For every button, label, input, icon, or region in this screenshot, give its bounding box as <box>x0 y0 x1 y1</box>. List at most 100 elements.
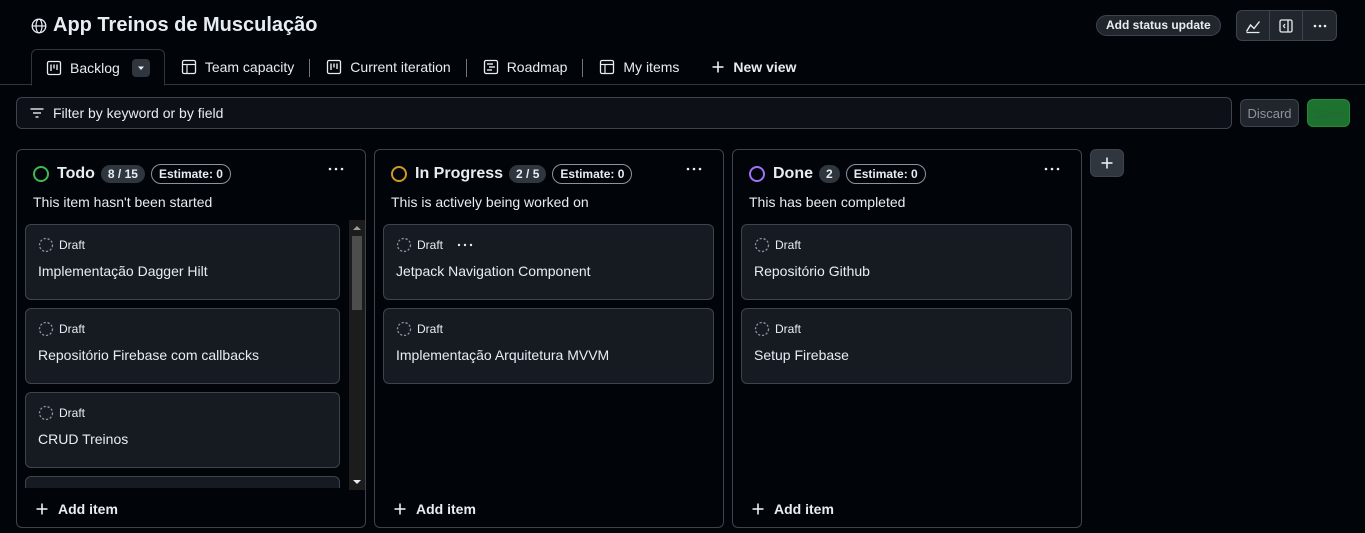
draft-icon <box>396 321 412 337</box>
card-meta: Draft <box>754 321 801 337</box>
add-status-update-button[interactable]: Add status update <box>1096 15 1221 36</box>
column-scrollbar[interactable] <box>349 220 365 490</box>
card[interactable]: Draft Setup Firebase <box>741 308 1072 384</box>
card-title[interactable]: Jetpack Navigation Component <box>396 263 591 279</box>
draft-icon <box>396 237 412 253</box>
side-panel-button[interactable] <box>1270 11 1303 40</box>
tab-team-capacity[interactable]: Team capacity <box>165 49 311 85</box>
item-count-badge: 2 <box>819 165 840 183</box>
column-title: In Progress <box>415 165 504 182</box>
new-view-button[interactable]: New view <box>695 49 812 85</box>
column-header: In Progress 2 / 5 Estimate: 0 <box>391 164 633 184</box>
scroll-down-icon <box>353 480 361 484</box>
project-title: App Treinos de Musculação <box>53 14 318 36</box>
column-in-progress: In Progress 2 / 5 Estimate: 0 This is ac… <box>374 149 724 528</box>
side-panel-icon <box>1278 18 1294 34</box>
card-title[interactable]: Repositório Firebase com callbacks <box>38 347 259 363</box>
card[interactable]: Draft Jetpack Navigation Component <box>383 224 714 300</box>
save-button[interactable]: Save <box>1307 99 1350 127</box>
plus-icon <box>394 503 406 515</box>
tab-current-iteration[interactable]: Current iteration <box>310 49 467 85</box>
card-type: Draft <box>59 406 86 420</box>
card-meta: Draft <box>38 321 85 337</box>
card[interactable]: Draft Implementação Dagger Hilt <box>25 224 340 300</box>
column-title: Todo <box>57 165 95 182</box>
tab-label: Backlog <box>70 59 120 76</box>
tab-label: Team capacity <box>204 59 295 75</box>
board-icon <box>46 60 62 76</box>
tab-roadmap[interactable]: Roadmap <box>467 49 584 85</box>
card[interactable]: Draft CRUD Treinos <box>25 392 340 468</box>
kebab-menu-icon <box>328 167 344 171</box>
insights-graph-icon <box>1245 18 1261 34</box>
card-meta: Draft <box>754 237 801 253</box>
item-count-badge: 8 / 15 <box>100 165 145 183</box>
caret-down-icon <box>137 66 144 70</box>
card-title[interactable]: Setup Firebase <box>754 347 849 363</box>
view-options-dropdown[interactable] <box>131 58 150 77</box>
card-meta: Draft <box>396 237 474 253</box>
column-done: Done 2 Estimate: 0 This has been complet… <box>732 149 1082 528</box>
insights-button[interactable] <box>1237 11 1270 40</box>
roadmap-icon <box>483 59 499 75</box>
card-meta: Draft <box>38 237 85 253</box>
add-item-label: Add item <box>774 501 834 517</box>
tab-label: Roadmap <box>506 59 568 75</box>
filter-icon <box>29 105 45 121</box>
kebab-menu-icon <box>1044 167 1060 171</box>
plus-icon <box>711 60 725 74</box>
draft-icon <box>38 405 54 421</box>
column-description: This is actively being worked on <box>391 194 589 210</box>
column-menu-button[interactable] <box>1043 164 1061 174</box>
tab-label: New view <box>733 59 797 75</box>
draft-icon <box>754 237 770 253</box>
globe-icon <box>31 18 47 34</box>
header-button-group <box>1236 10 1337 41</box>
tab-label: Current iteration <box>350 59 451 75</box>
card-title[interactable]: Implementação Arquitetura MVVM <box>396 347 609 363</box>
add-item-button[interactable]: Add item <box>35 501 118 517</box>
table-icon <box>181 59 197 75</box>
scroll-thumb[interactable] <box>352 236 362 310</box>
add-item-button[interactable]: Add item <box>751 501 834 517</box>
column-header: Done 2 Estimate: 0 <box>749 164 926 184</box>
draft-icon <box>38 321 54 337</box>
card-type: Draft <box>775 322 802 336</box>
card-meta: Draft <box>38 405 85 421</box>
card-title[interactable]: CRUD Treinos <box>38 431 128 447</box>
card-title[interactable]: Repositório Github <box>754 263 870 279</box>
card-menu-button[interactable] <box>456 241 474 249</box>
card-partial <box>25 476 340 488</box>
add-item-label: Add item <box>58 501 118 517</box>
column-menu-button[interactable] <box>685 164 703 174</box>
tab-my-items[interactable]: My items <box>583 49 695 85</box>
card-type: Draft <box>59 238 86 252</box>
add-item-label: Add item <box>416 501 476 517</box>
project-title-row: App Treinos de Musculação <box>31 14 318 37</box>
view-tabs: Backlog Team capacity Current iteration … <box>31 49 812 86</box>
filter-input[interactable]: Filter by keyword or by field <box>16 97 1232 129</box>
add-item-button[interactable]: Add item <box>393 501 476 517</box>
card-meta: Draft <box>396 321 443 337</box>
status-circle-icon <box>33 166 49 182</box>
column-header: Todo 8 / 15 Estimate: 0 <box>33 164 231 184</box>
card-type: Draft <box>417 238 444 252</box>
estimate-badge: Estimate: 0 <box>845 164 926 184</box>
discard-button[interactable]: Discard <box>1240 99 1299 127</box>
status-circle-icon <box>749 166 765 182</box>
kebab-menu-icon <box>1312 18 1328 34</box>
tab-label: My items <box>623 59 680 75</box>
tab-backlog[interactable]: Backlog <box>31 49 165 86</box>
scroll-up-icon <box>353 226 361 230</box>
board-icon <box>326 59 342 75</box>
card[interactable]: Draft Repositório Firebase com callbacks <box>25 308 340 384</box>
more-options-button[interactable] <box>1303 11 1336 40</box>
card-title[interactable]: Implementação Dagger Hilt <box>38 263 208 279</box>
column-menu-button[interactable] <box>327 164 345 174</box>
card[interactable]: Draft Repositório Github <box>741 224 1072 300</box>
project-header: App Treinos de Musculação Add status upd… <box>0 0 1365 86</box>
add-column-button[interactable] <box>1090 149 1124 177</box>
draft-icon <box>754 321 770 337</box>
card[interactable]: Draft Implementação Arquitetura MVVM <box>383 308 714 384</box>
plus-icon <box>1101 157 1113 169</box>
